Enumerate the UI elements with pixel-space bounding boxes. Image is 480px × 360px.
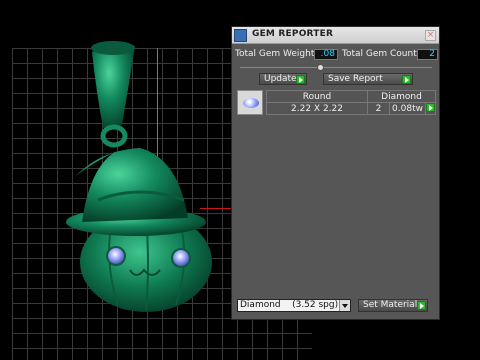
pendant-ring: [100, 124, 128, 148]
cell-count: 2: [367, 102, 390, 115]
total-weight-value: .08: [314, 49, 338, 60]
row-go-cell[interactable]: [425, 102, 436, 115]
gem-table: Round Diamond 2.22 X 2.22 2 0.08tw: [237, 90, 436, 116]
update-button-label: Update: [264, 74, 297, 84]
gem-thumbnail-icon[interactable]: [237, 90, 263, 115]
report-area: [237, 120, 436, 290]
set-material-button-label: Set Material: [363, 300, 418, 310]
cell-size: 2.22 X 2.22: [266, 102, 368, 115]
set-material-button[interactable]: Set Material: [358, 299, 428, 312]
save-report-button-label: Save Report: [328, 74, 383, 84]
save-report-button[interactable]: Save Report: [323, 73, 413, 85]
update-button[interactable]: Update: [259, 73, 307, 85]
column-header-material: Diamond: [367, 90, 436, 103]
play-arrow-icon: [426, 103, 435, 112]
material-select-value: Diamond (3.52 spg): [240, 300, 339, 310]
table-row[interactable]: 2.22 X 2.22 2 0.08tw: [266, 102, 436, 115]
dropdown-arrow-icon[interactable]: [339, 300, 350, 311]
play-arrow-icon: [296, 75, 305, 84]
row-go-button[interactable]: [426, 103, 436, 114]
panel-slider-knob[interactable]: [317, 64, 324, 71]
total-count-value: 2: [417, 49, 438, 60]
panel-title: GEM REPORTER: [252, 29, 334, 39]
left-eye-gem: [106, 246, 126, 266]
close-icon[interactable]: ×: [425, 30, 436, 41]
play-arrow-icon: [402, 75, 411, 84]
cell-weight: 0.08tw: [389, 102, 426, 115]
table-header-row: Round Diamond: [266, 90, 436, 103]
gem-list-table: Round Diamond 2.22 X 2.22 2 0.08tw: [266, 90, 436, 115]
totals-row: Total Gem Weight .08 Total Gem Count 2: [235, 49, 438, 62]
total-count-label: Total Gem Count: [342, 49, 417, 59]
panel-slider-track: [240, 67, 432, 68]
gem-reporter-app-icon: [234, 29, 247, 42]
pendant-bail: [92, 43, 135, 128]
round-gem-shape: [243, 98, 259, 108]
right-eye-gem: [171, 248, 191, 268]
panel-titlebar[interactable]: GEM REPORTER ×: [232, 27, 439, 44]
column-header-shape: Round: [266, 90, 368, 103]
witch-hat: [72, 148, 188, 222]
gem-reporter-panel: GEM REPORTER × Total Gem Weight .08 Tota…: [231, 26, 440, 320]
total-weight-label: Total Gem Weight: [235, 49, 315, 59]
play-arrow-icon: [417, 301, 426, 310]
material-select[interactable]: Diamond (3.52 spg): [237, 299, 351, 312]
material-row: Diamond (3.52 spg) Set Material: [237, 299, 437, 313]
